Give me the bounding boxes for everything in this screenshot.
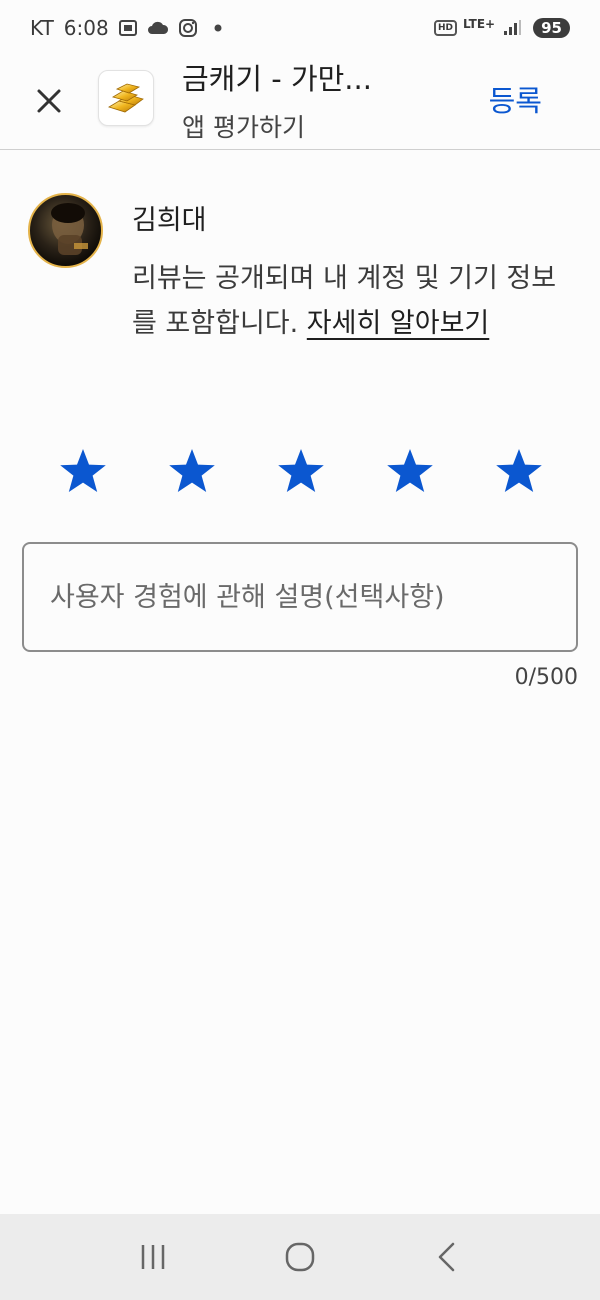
star-rating	[58, 446, 544, 496]
network-label: LTE+	[463, 17, 496, 31]
instagram-icon	[177, 17, 199, 39]
status-time: 6:08	[63, 16, 109, 40]
app-title: 금캐기 - 가만...	[182, 62, 372, 96]
gold-bars-icon	[108, 83, 144, 113]
user-name: 김희대	[132, 205, 207, 236]
star-icon	[169, 449, 215, 492]
close-button[interactable]	[30, 82, 68, 120]
home-icon	[285, 1242, 315, 1272]
cloud-icon	[147, 17, 169, 39]
dot-icon	[207, 17, 229, 39]
privacy-notice: 리뷰는 공개되며 내 계정 및 기기 정보를 포함합니다. 자세히 알아보기	[132, 256, 562, 346]
star-icon	[387, 449, 433, 492]
home-button[interactable]	[270, 1227, 330, 1287]
app-icon	[98, 70, 154, 126]
carrier-label: KT	[30, 16, 54, 40]
hd-icon: HD	[434, 20, 458, 36]
status-bar: KT 6:08 HD LTE+ 95	[0, 0, 600, 56]
avatar	[28, 193, 103, 268]
star-icon	[496, 449, 542, 492]
learn-more-link[interactable]: 자세히 알아보기	[307, 308, 489, 339]
battery-level: 95	[533, 18, 570, 38]
review-input[interactable]	[24, 544, 576, 650]
back-button[interactable]	[417, 1227, 477, 1287]
status-right: HD LTE+ 95	[434, 17, 570, 39]
close-icon	[37, 89, 61, 113]
recent-apps-icon	[142, 1245, 165, 1269]
star-icon	[278, 449, 324, 492]
recent-apps-button[interactable]	[123, 1227, 183, 1287]
signal-icon	[501, 17, 523, 39]
star-icon	[60, 449, 106, 492]
page-subtitle: 앱 평가하기	[182, 113, 305, 142]
star-3-button[interactable]	[276, 446, 326, 496]
navigation-bar	[0, 1214, 600, 1300]
app-header: 금캐기 - 가만... 앱 평가하기 등록	[0, 56, 600, 150]
review-box	[22, 542, 578, 652]
star-4-button[interactable]	[385, 446, 435, 496]
back-icon	[438, 1242, 454, 1272]
star-5-button[interactable]	[494, 446, 544, 496]
star-1-button[interactable]	[58, 446, 108, 496]
submit-button[interactable]: 등록	[489, 78, 542, 120]
character-counter: 0/500	[514, 665, 578, 690]
screenshot-icon	[117, 17, 139, 39]
star-2-button[interactable]	[167, 446, 217, 496]
status-left: KT 6:08	[30, 16, 229, 40]
